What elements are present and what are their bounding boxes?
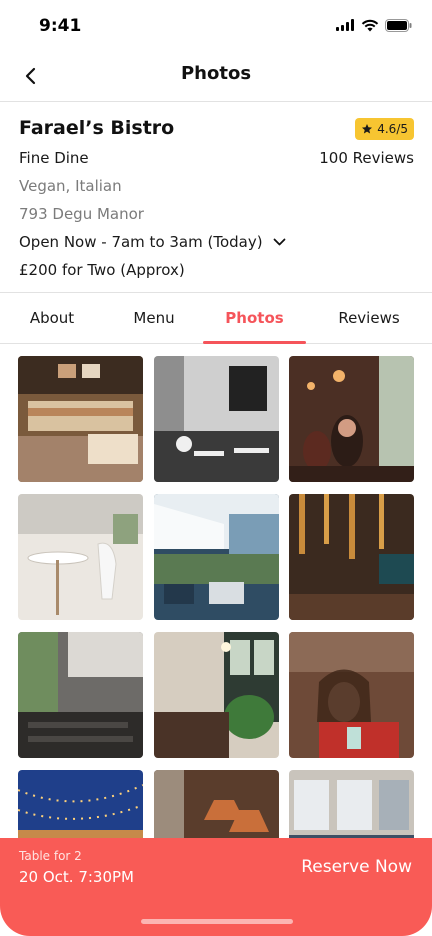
tab-photos[interactable]: Photos [203, 293, 306, 343]
rating-value: 4.6/5 [377, 122, 408, 136]
rating-badge: 4.6/5 [355, 118, 414, 140]
active-tab-indicator [203, 341, 306, 344]
reservation-datetime[interactable]: 20 Oct. 7:30PM [19, 868, 134, 886]
reservation-bar: Table for 2 20 Oct. 7:30PM Reserve Now [0, 838, 432, 936]
reservation-label: Table for 2 [19, 849, 82, 863]
photo-thumbnail[interactable] [18, 494, 143, 620]
reviews-count[interactable]: 100 Reviews [319, 144, 414, 172]
star-icon [362, 124, 373, 134]
opening-hours[interactable]: Open Now - 7am to 3am (Today) [19, 228, 414, 256]
photo-thumbnail[interactable] [154, 356, 279, 482]
wifi-icon [361, 19, 379, 31]
photo-thumbnail[interactable] [18, 632, 143, 758]
home-indicator [141, 919, 293, 924]
tab-menu[interactable]: Menu [104, 293, 204, 343]
page-title: Photos [180, 63, 252, 84]
photo-thumbnail[interactable] [289, 494, 414, 620]
tab-reviews[interactable]: Reviews [306, 293, 432, 343]
photo-thumbnail[interactable] [154, 494, 279, 620]
restaurant-address: 793 Degu Manor [19, 205, 144, 223]
status-icons [336, 17, 412, 33]
nav-bar: Photos [0, 50, 432, 102]
photo-thumbnail[interactable] [154, 632, 279, 758]
price-for-two: £200 for Two (Approx) [19, 261, 185, 279]
photo-thumbnail[interactable] [18, 356, 143, 482]
status-bar: 9:41 [0, 0, 432, 50]
status-time: 9:41 [39, 16, 82, 36]
restaurant-cuisine: Vegan, Italian [19, 177, 122, 195]
battery-icon [385, 18, 412, 32]
tab-about[interactable]: About [0, 293, 104, 343]
tab-bar: About Menu Photos Reviews [0, 292, 432, 344]
chevron-down-icon [273, 238, 285, 246]
photo-thumbnail[interactable] [289, 356, 414, 482]
signal-icon [336, 19, 354, 31]
photo-thumbnail[interactable] [289, 632, 414, 758]
reserve-now-button[interactable]: Reserve Now [301, 857, 412, 877]
opening-hours-text: Open Now - 7am to 3am (Today) [19, 233, 263, 251]
restaurant-info: Farael’s Bistro 4.6/5 Fine Dine 100 Revi… [19, 112, 414, 284]
